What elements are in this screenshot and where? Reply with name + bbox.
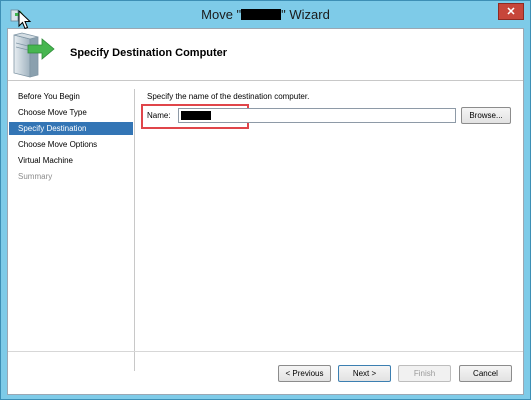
mouse-cursor-icon xyxy=(18,9,32,30)
wizard-header: Specify Destination Computer xyxy=(8,29,523,81)
wizard-client-area: Specify Destination Computer Before You … xyxy=(7,28,524,395)
window-title: Move " " Wizard xyxy=(1,7,530,22)
redacted-vm-name xyxy=(241,9,282,20)
step-content: Specify the name of the destination comp… xyxy=(135,82,523,362)
next-button[interactable]: Next > xyxy=(338,365,391,382)
instruction-text: Specify the name of the destination comp… xyxy=(147,92,310,101)
title-prefix: Move " xyxy=(201,7,242,22)
browse-button[interactable]: Browse... xyxy=(461,107,511,124)
close-icon: ✕ xyxy=(506,6,516,18)
redacted-computer-name xyxy=(181,111,211,120)
wizard-step-list: Before You Begin Choose Move Type Specif… xyxy=(8,82,134,352)
name-label: Name: xyxy=(147,111,171,120)
title-suffix: " Wizard xyxy=(281,7,330,22)
finish-button: Finish xyxy=(398,365,451,382)
previous-button[interactable]: < Previous xyxy=(278,365,331,382)
step-choose-move-options[interactable]: Choose Move Options xyxy=(9,138,133,151)
step-virtual-machine[interactable]: Virtual Machine xyxy=(9,154,133,167)
footer-divider xyxy=(8,351,523,352)
wizard-window: Move " " Wizard ✕ Specify Destination Co… xyxy=(0,0,531,400)
step-summary: Summary xyxy=(18,172,53,181)
cancel-button[interactable]: Cancel xyxy=(459,365,512,382)
step-before-you-begin[interactable]: Before You Begin xyxy=(9,90,133,103)
page-title: Specify Destination Computer xyxy=(70,47,228,59)
server-move-arrow-icon xyxy=(12,31,58,79)
title-bar[interactable]: Move " " Wizard ✕ xyxy=(1,1,530,28)
close-button[interactable]: ✕ xyxy=(498,3,524,20)
step-specify-destination[interactable]: Specify Destination xyxy=(9,122,133,135)
destination-name-input[interactable] xyxy=(178,108,456,123)
step-choose-move-type[interactable]: Choose Move Type xyxy=(9,106,133,119)
